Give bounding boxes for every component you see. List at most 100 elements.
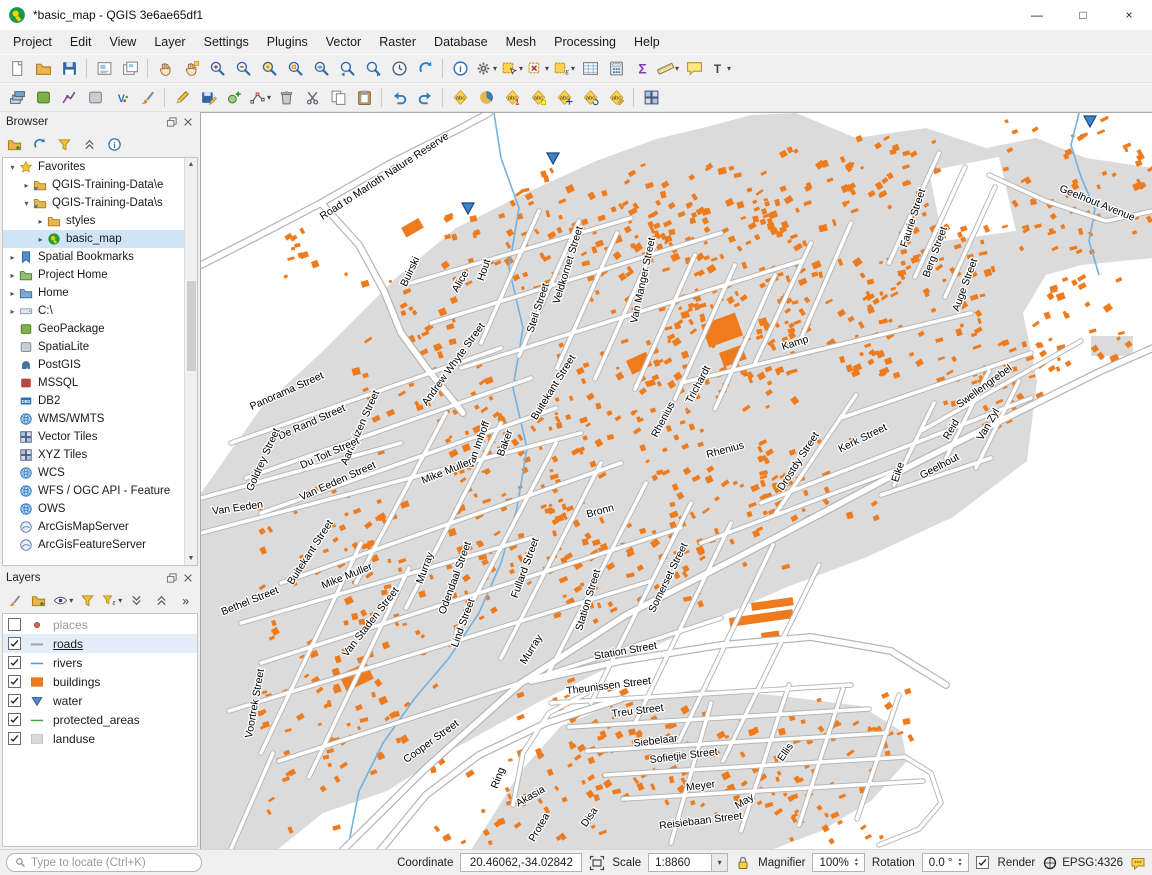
open-data-source-manager-button[interactable]: [5, 86, 29, 110]
open-project-button[interactable]: [31, 57, 55, 81]
measure-button[interactable]: ▾: [656, 57, 680, 81]
zoom-in-button[interactable]: [205, 57, 229, 81]
run-feature-action-button[interactable]: ▾: [474, 57, 498, 81]
new-shapefile-layer-button[interactable]: [57, 86, 81, 110]
paste-features-button[interactable]: [352, 86, 376, 110]
save-layer-edits-button[interactable]: [196, 86, 220, 110]
collapse-all-button[interactable]: [150, 590, 173, 612]
zoom-last-button[interactable]: [335, 57, 359, 81]
minimize-button[interactable]: —: [1014, 0, 1060, 30]
coordinate-input[interactable]: 20.46062,-34.02842: [460, 853, 582, 872]
browser-item-xyz-tiles[interactable]: XYZ Tiles: [3, 446, 184, 464]
add-group-button[interactable]: [28, 590, 51, 612]
layer-item-places[interactable]: places: [3, 615, 197, 634]
new-geopackage-layer-button[interactable]: [31, 86, 55, 110]
scrollbar-down-icon[interactable]: ▼: [188, 552, 195, 565]
properties-widget-button[interactable]: i: [103, 134, 126, 156]
tree-expand-icon[interactable]: ▾: [6, 163, 19, 172]
add-feature-button[interactable]: [222, 86, 246, 110]
crs-status[interactable]: EPSG:4326: [1042, 855, 1123, 871]
dropdown-arrow-icon[interactable]: ▾: [118, 596, 122, 605]
dropdown-arrow-icon[interactable]: ▾: [493, 64, 497, 73]
dropdown-arrow-icon[interactable]: ▾: [571, 64, 575, 73]
zoom-out-button[interactable]: [231, 57, 255, 81]
render-toggle[interactable]: Render: [976, 856, 1036, 869]
browser-item-postgis[interactable]: PostGIS: [3, 356, 184, 374]
select-features-button[interactable]: ▾: [500, 57, 524, 81]
layer-item-rivers[interactable]: rivers: [3, 653, 197, 672]
messages-icon[interactable]: [1130, 855, 1146, 871]
cut-features-button[interactable]: [300, 86, 324, 110]
extents-toggle-icon[interactable]: [589, 855, 605, 871]
dropdown-arrow-icon[interactable]: ▾: [69, 596, 73, 605]
browser-item-qgis-training-data-s[interactable]: ▾QGIS-Training-Data\s: [3, 194, 184, 212]
filter-browser-button[interactable]: [53, 134, 76, 156]
browser-item-styles[interactable]: ▸styles: [3, 212, 184, 230]
layer-checkbox-water[interactable]: [8, 694, 21, 707]
pin-labels-button[interactable]: abc: [500, 86, 524, 110]
rotation-spin-icons[interactable]: ▴▾: [959, 858, 962, 868]
new-print-layout-button[interactable]: [92, 57, 116, 81]
new-spatialite-layer-button[interactable]: [83, 86, 107, 110]
magnifier-spinbox[interactable]: 100% ▴▾: [812, 853, 864, 872]
scrollbar-thumb[interactable]: [187, 281, 196, 371]
dropdown-arrow-icon[interactable]: ▾: [545, 64, 549, 73]
copy-features-button[interactable]: [326, 86, 350, 110]
browser-item-mssql[interactable]: MSSQL: [3, 374, 184, 392]
pan-to-selection-button[interactable]: [179, 57, 203, 81]
browser-item-arcgisfeatureserver[interactable]: ArcGisFeatureServer: [3, 536, 184, 554]
delete-selected-button[interactable]: [274, 86, 298, 110]
move-label-button[interactable]: abc: [552, 86, 576, 110]
show-statistical-summary-button[interactable]: Σ: [630, 57, 654, 81]
lock-scale-icon[interactable]: [735, 855, 751, 871]
save-project-button[interactable]: [57, 57, 81, 81]
tree-expand-icon[interactable]: ▸: [34, 235, 47, 244]
browser-close-button[interactable]: [182, 116, 194, 128]
temporal-controller-button[interactable]: [387, 57, 411, 81]
expand-all-button[interactable]: [126, 590, 149, 612]
browser-item-project-home[interactable]: ▸Project Home: [3, 266, 184, 284]
menu-view[interactable]: View: [100, 33, 145, 51]
layer-item-buildings[interactable]: buildings: [3, 672, 197, 691]
dropdown-arrow-icon[interactable]: ▾: [727, 64, 731, 73]
layers-close-button[interactable]: [182, 572, 194, 584]
open-attribute-table-button[interactable]: [578, 57, 602, 81]
open-layer-styling-button[interactable]: [3, 590, 26, 612]
rotate-label-button[interactable]: abc: [578, 86, 602, 110]
tree-expand-icon[interactable]: ▸: [6, 307, 19, 316]
menu-raster[interactable]: Raster: [370, 33, 425, 51]
layer-checkbox-buildings[interactable]: [8, 675, 21, 688]
browser-item-db2[interactable]: DB2DB2: [3, 392, 184, 410]
dropdown-arrow-icon[interactable]: ▾: [519, 64, 523, 73]
tree-expand-icon[interactable]: ▸: [6, 289, 19, 298]
menu-settings[interactable]: Settings: [195, 33, 258, 51]
menu-help[interactable]: Help: [625, 33, 669, 51]
tree-expand-icon[interactable]: ▾: [20, 199, 33, 208]
layer-item-roads[interactable]: roads: [3, 634, 197, 653]
close-button[interactable]: ×: [1106, 0, 1152, 30]
new-virtual-layer-button[interactable]: V: [109, 86, 133, 110]
browser-item-wms-wmts[interactable]: WMS/WMTS: [3, 410, 184, 428]
show-layout-manager-button[interactable]: [118, 57, 142, 81]
refresh-browser-button[interactable]: [28, 134, 51, 156]
layer-checkbox-rivers[interactable]: [8, 656, 21, 669]
style-manager-button[interactable]: [135, 86, 159, 110]
browser-item-arcgismapserver[interactable]: ArcGisMapServer: [3, 518, 184, 536]
layer-checkbox-landuse[interactable]: [8, 732, 21, 745]
select-by-expression-button[interactable]: ε▾: [552, 57, 576, 81]
menu-processing[interactable]: Processing: [545, 33, 625, 51]
text-annotation-button[interactable]: T▾: [708, 57, 732, 81]
magnifier-spin-icons[interactable]: ▴▾: [855, 858, 858, 868]
show-map-tips-button[interactable]: [682, 57, 706, 81]
browser-item-home[interactable]: ▸Home: [3, 284, 184, 302]
locate-box[interactable]: Type to locate (Ctrl+K): [6, 853, 202, 872]
layer-item-landuse[interactable]: landuse: [3, 729, 197, 748]
undo-button[interactable]: [387, 86, 411, 110]
panel-overflow-button[interactable]: »: [175, 590, 198, 612]
menu-database[interactable]: Database: [425, 33, 497, 51]
add-directory-button[interactable]: [3, 134, 26, 156]
dropdown-arrow-icon[interactable]: ▾: [675, 64, 679, 73]
layer-diagrams-button[interactable]: [474, 86, 498, 110]
layer-labeling-button[interactable]: abc: [448, 86, 472, 110]
tree-expand-icon[interactable]: ▸: [6, 253, 19, 262]
